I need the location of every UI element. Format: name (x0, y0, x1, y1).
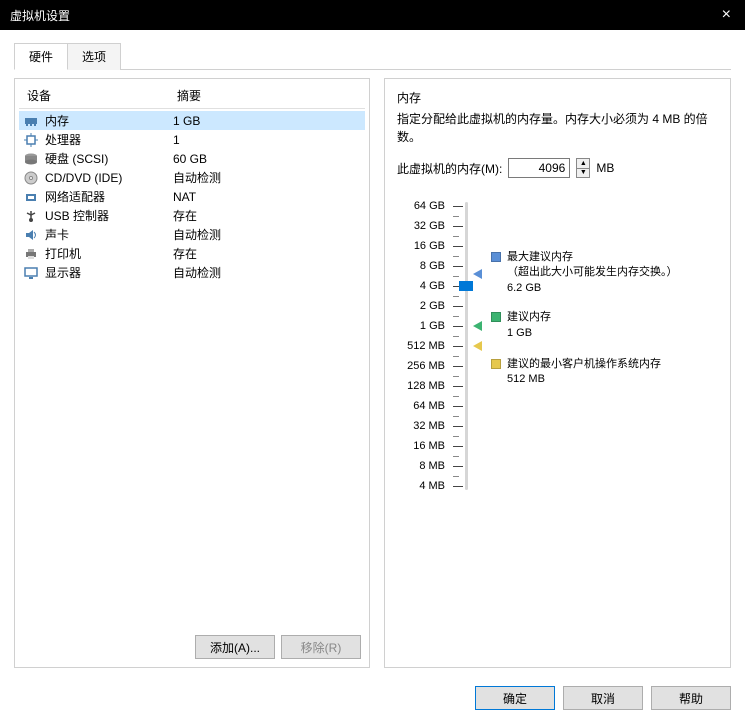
legend-max-label: 最大建议内存 (507, 250, 678, 265)
column-device: 设备 (27, 87, 177, 104)
memory-icon (23, 113, 39, 129)
device-row[interactable]: USB 控制器存在 (19, 206, 365, 225)
spinner-down-icon[interactable]: ▼ (577, 169, 589, 178)
device-row[interactable]: 声卡自动检测 (19, 225, 365, 244)
legend-min-label: 建议的最小客户机操作系统内存 (507, 357, 661, 372)
device-summary: 60 GB (173, 152, 361, 166)
memory-heading: 内存 (397, 89, 718, 106)
device-summary: 自动检测 (173, 226, 361, 243)
device-list: 内存1 GB处理器1硬盘 (SCSI)60 GBCD/DVD (IDE)自动检测… (15, 109, 369, 627)
marker-rec-icon (473, 321, 482, 331)
cpu-icon (23, 132, 39, 148)
memory-input[interactable] (508, 158, 570, 178)
slider-tick-label: 2 GB (397, 296, 445, 316)
printer-icon (23, 246, 39, 262)
slider-tick-label: 16 GB (397, 236, 445, 256)
slider-tick-label: 64 GB (397, 196, 445, 216)
device-name: 声卡 (45, 226, 173, 243)
titlebar: 虚拟机设置 × (0, 0, 745, 30)
slider-tick-label: 512 MB (397, 336, 445, 356)
device-name: USB 控制器 (45, 207, 173, 224)
slider-tick-label: 256 MB (397, 356, 445, 376)
column-summary: 摘要 (177, 87, 357, 104)
legend-rec-value: 1 GB (507, 326, 551, 341)
slider-tick-label: 8 GB (397, 256, 445, 276)
marker-max-icon (473, 269, 482, 279)
device-summary: 存在 (173, 207, 361, 224)
tab-strip: 硬件 选项 (14, 42, 731, 70)
memory-slider[interactable] (453, 196, 477, 496)
device-name: 处理器 (45, 131, 173, 148)
memory-unit: MB (596, 161, 614, 175)
legend-min-swatch (491, 359, 501, 369)
tab-hardware[interactable]: 硬件 (14, 43, 68, 70)
device-row[interactable]: 网络适配器NAT (19, 187, 365, 206)
sound-icon (23, 227, 39, 243)
device-summary: 1 GB (173, 114, 361, 128)
slider-tick-label: 4 GB (397, 276, 445, 296)
slider-tick-labels: 64 GB32 GB16 GB8 GB4 GB2 GB1 GB512 MB256… (397, 196, 445, 496)
slider-tick-label: 16 MB (397, 436, 445, 456)
legend-rec-swatch (491, 312, 501, 322)
device-row[interactable]: 处理器1 (19, 130, 365, 149)
slider-tick-label: 32 MB (397, 416, 445, 436)
device-name: 网络适配器 (45, 188, 173, 205)
device-panel: 设备 摘要 内存1 GB处理器1硬盘 (SCSI)60 GBCD/DVD (ID… (14, 78, 370, 668)
memory-description: 指定分配给此虚拟机的内存量。内存大小必须为 4 MB 的倍数。 (397, 110, 718, 146)
legend-max-note: （超出此大小可能发生内存交换。） (507, 265, 678, 280)
slider-tick-label: 4 MB (397, 476, 445, 496)
legend-rec-label: 建议内存 (507, 310, 551, 325)
device-name: 显示器 (45, 264, 173, 281)
slider-tick-label: 8 MB (397, 456, 445, 476)
device-name: CD/DVD (IDE) (45, 171, 173, 185)
device-summary: 1 (173, 133, 361, 147)
slider-tick-label: 128 MB (397, 376, 445, 396)
add-button[interactable]: 添加(A)... (195, 635, 275, 659)
remove-button[interactable]: 移除(R) (281, 635, 361, 659)
device-summary: NAT (173, 190, 361, 204)
cancel-button[interactable]: 取消 (563, 686, 643, 710)
memory-input-label: 此虚拟机的内存(M): (397, 160, 502, 177)
memory-legend: 最大建议内存 （超出此大小可能发生内存交换。） 6.2 GB 建议内存 1 GB (491, 196, 718, 496)
legend-max-swatch (491, 252, 501, 262)
device-name: 硬盘 (SCSI) (45, 150, 173, 167)
disk-icon (23, 151, 39, 167)
device-summary: 存在 (173, 245, 361, 262)
device-name: 内存 (45, 112, 173, 129)
legend-min-value: 512 MB (507, 372, 661, 387)
close-icon[interactable]: × (718, 6, 735, 24)
device-summary: 自动检测 (173, 264, 361, 281)
device-table-header: 设备 摘要 (19, 83, 365, 109)
device-row[interactable]: 打印机存在 (19, 244, 365, 263)
slider-thumb[interactable] (459, 281, 473, 291)
dialog-body: 硬件 选项 设备 摘要 内存1 GB处理器1硬盘 (SCSI)60 GBCD/D… (0, 30, 745, 676)
spinner-up-icon[interactable]: ▲ (577, 159, 589, 169)
usb-icon (23, 208, 39, 224)
display-icon (23, 265, 39, 281)
nic-icon (23, 189, 39, 205)
cd-icon (23, 170, 39, 186)
slider-tick-label: 1 GB (397, 316, 445, 336)
legend-max-value: 6.2 GB (507, 281, 678, 296)
tab-options[interactable]: 选项 (67, 43, 121, 70)
memory-panel: 内存 指定分配给此虚拟机的内存量。内存大小必须为 4 MB 的倍数。 此虚拟机的… (384, 78, 731, 668)
ok-button[interactable]: 确定 (475, 686, 555, 710)
slider-tick-label: 64 MB (397, 396, 445, 416)
help-button[interactable]: 帮助 (651, 686, 731, 710)
marker-min-icon (473, 341, 482, 351)
device-summary: 自动检测 (173, 169, 361, 186)
memory-spinner[interactable]: ▲ ▼ (576, 158, 590, 178)
window-title: 虚拟机设置 (10, 7, 70, 24)
device-row[interactable]: 内存1 GB (19, 111, 365, 130)
device-row[interactable]: 硬盘 (SCSI)60 GB (19, 149, 365, 168)
device-name: 打印机 (45, 245, 173, 262)
device-row[interactable]: 显示器自动检测 (19, 263, 365, 282)
device-row[interactable]: CD/DVD (IDE)自动检测 (19, 168, 365, 187)
slider-tick-label: 32 GB (397, 216, 445, 236)
dialog-button-row: 确定 取消 帮助 (0, 676, 745, 720)
